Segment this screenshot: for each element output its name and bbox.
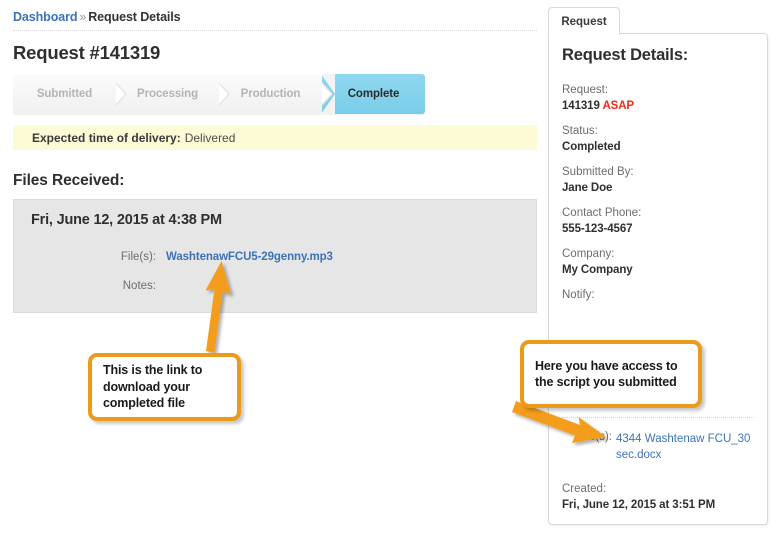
file-row-label: File(s): bbox=[120, 251, 156, 263]
field-created-label: Created: bbox=[562, 483, 607, 495]
field-status-label: Status: bbox=[562, 125, 598, 137]
field-submitted-by-label: Submitted By: bbox=[562, 166, 634, 178]
field-contact-phone-label: Contact Phone: bbox=[562, 207, 642, 219]
script-download-link[interactable]: 4344 Washtenaw FCU_30 sec.docx bbox=[616, 431, 756, 463]
progress-step-production[interactable]: Production bbox=[219, 74, 333, 114]
breadcrumb-divider bbox=[13, 30, 537, 31]
file-row-label: Notes: bbox=[122, 280, 156, 292]
field-status-value: Completed bbox=[562, 141, 621, 153]
panel-file-label: File(s): bbox=[576, 431, 612, 443]
priority-badge: ASAP bbox=[602, 100, 635, 112]
progress-step-complete[interactable]: Complete bbox=[321, 74, 425, 114]
file-received-date: Fri, June 12, 2015 at 4:38 PM bbox=[31, 212, 222, 228]
main-content-column: Dashboard» Request Details Request #14131… bbox=[0, 0, 540, 537]
field-contact-phone: Contact Phone: 555-123-4567 bbox=[562, 205, 758, 238]
request-details-panel: Request Details: Request: 141319 ASAP St… bbox=[548, 33, 768, 525]
field-notify: Notify: bbox=[562, 287, 758, 303]
progress-step-submitted[interactable]: Submitted bbox=[13, 74, 127, 114]
progress-step-label: Submitted bbox=[36, 88, 93, 100]
breadcrumb: Dashboard» Request Details bbox=[13, 10, 181, 24]
field-submitted-by: Submitted By: Jane Doe bbox=[562, 164, 758, 197]
files-received-heading: Files Received: bbox=[13, 172, 125, 189]
files-received-panel: Fri, June 12, 2015 at 4:38 PM File(s): W… bbox=[13, 199, 537, 313]
progress-step-label: Complete bbox=[347, 88, 400, 100]
file-download-link[interactable]: WashtenawFCU5-29genny.mp3 bbox=[166, 251, 333, 263]
request-details-title: Request Details: bbox=[562, 46, 689, 64]
field-notify-label: Notify: bbox=[562, 289, 595, 301]
field-request-number: 141319 bbox=[562, 100, 600, 112]
field-request: Request: 141319 ASAP bbox=[562, 82, 758, 115]
progress-step-processing[interactable]: Processing bbox=[116, 74, 230, 114]
delivery-notice-value: Delivered bbox=[184, 130, 236, 145]
field-company-value: My Company bbox=[562, 264, 633, 276]
tab-request[interactable]: Request bbox=[548, 7, 620, 35]
field-contact-phone-value: 555-123-4567 bbox=[562, 223, 633, 235]
panel-divider bbox=[562, 417, 754, 418]
field-request-value: 141319 ASAP bbox=[562, 98, 758, 115]
progress-step-label: Production bbox=[240, 88, 301, 100]
breadcrumb-separator: » bbox=[79, 10, 87, 24]
breadcrumb-link-dashboard[interactable]: Dashboard bbox=[13, 10, 77, 24]
field-company-label: Company: bbox=[562, 248, 615, 260]
field-submitted-by-value: Jane Doe bbox=[562, 182, 613, 194]
progress-step-label: Processing bbox=[137, 88, 198, 100]
page-title: Request #141319 bbox=[13, 42, 161, 63]
field-request-label: Request: bbox=[562, 84, 609, 96]
field-created-value: Fri, June 12, 2015 at 3:51 PM bbox=[562, 499, 716, 511]
delivery-notice-banner: Expected time of delivery: Delivered bbox=[13, 125, 537, 150]
delivery-notice-label: Expected time of delivery: bbox=[32, 130, 181, 145]
field-company: Company: My Company bbox=[562, 246, 758, 279]
field-created: Created: Fri, June 12, 2015 at 3:51 PM bbox=[562, 481, 758, 514]
field-status: Status: Completed bbox=[562, 123, 758, 156]
request-progress-bar: Submitted Processing Production Complete bbox=[13, 74, 425, 114]
breadcrumb-current: Request Details bbox=[88, 10, 181, 24]
tab-request-label: Request bbox=[561, 15, 607, 28]
